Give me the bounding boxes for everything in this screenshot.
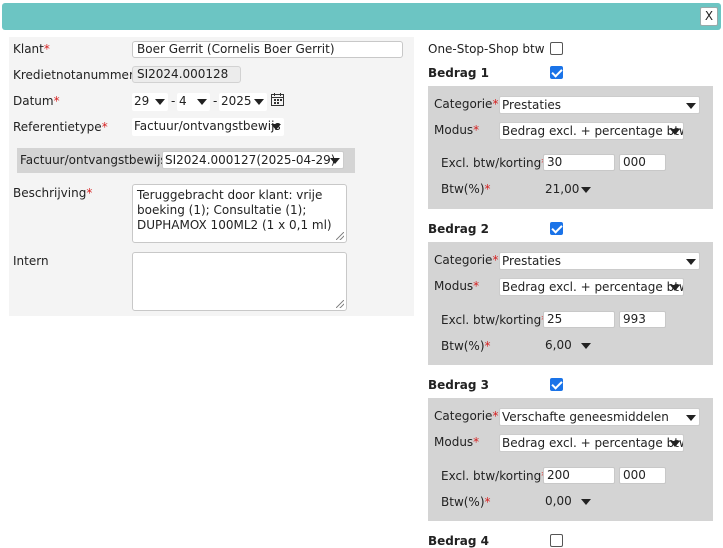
resize-grip-icon[interactable] [336,232,344,240]
bedrag-4-checkbox[interactable] [550,534,563,547]
bedrag-3-categorie-select[interactable]: Verschafte geneesmiddelen [499,408,700,426]
bedrag-2-btw-label: Btw(%)* [441,339,491,353]
intern-label: Intern [13,254,49,268]
beschrijving-label: Beschrijving* [13,186,93,200]
klant-label: Klant* [13,42,50,56]
bedrag-1-excl-label: Excl. btw/korting* [441,156,547,170]
bedrag-3-title: Bedrag 3 [428,378,490,392]
bedrag-1-modus-select[interactable]: Bedrag excl. + percentage btw [499,122,684,140]
bedrag-3-modus-select[interactable]: Bedrag excl. + percentage btw [499,434,684,452]
bedrag-1-categorie-select[interactable]: Prestaties [499,96,700,114]
bedrag-1-categorie-label: Categorie* [434,97,499,111]
bedrag-1-modus-label: Modus* [434,123,480,137]
kredietnotanummer-field: SI2024.000128 [132,66,241,83]
oss-label: One-Stop-Shop btw [428,42,545,56]
dialog-titlebar: X [2,3,721,30]
bedrag-4-title: Bedrag 4 [428,534,490,548]
bedrag-2-excl-int-field[interactable]: 25 [543,311,615,328]
factuur-label: Factuur/ontvangstbewijs* [20,153,173,167]
datum-separator: - [171,94,176,108]
bedrag-1-btw-label: Btw(%)* [441,182,491,196]
beschrijving-line: DUPHAMOX 100ML2 (1 x 0,1 ml) [137,218,332,232]
bedrag-1-title: Bedrag 1 [428,66,490,80]
bedrag-2-modus-label: Modus* [434,279,480,293]
referentietype-label: Referentietype* [13,120,108,134]
bedrag-2-categorie-label: Categorie* [434,253,499,267]
bedrag-1-btw-select[interactable]: 21,00 [543,181,594,199]
bedrag-2-checkbox[interactable] [550,222,563,235]
bedrag-3-btw-select[interactable]: 0,00 [543,493,594,511]
factuur-select[interactable]: SI2024.000127(2025-04-29) [162,151,344,169]
beschrijving-textarea[interactable]: Teruggebracht door klant: vrije boeking … [132,184,347,243]
bedrag-2-modus-select[interactable]: Bedrag excl. + percentage btw [499,278,684,296]
datum-month-select[interactable]: 4 [177,93,210,111]
bedrag-2-title: Bedrag 2 [428,222,490,236]
oss-checkbox[interactable] [550,42,563,55]
resize-grip-icon[interactable] [336,300,344,308]
bedrag-3-checkbox[interactable] [550,378,563,391]
datum-label: Datum* [13,94,60,108]
beschrijving-line: Teruggebracht door klant: vrije [137,188,323,202]
close-button[interactable]: X [700,7,718,26]
datum-separator: - [213,94,218,108]
bedrag-2-excl-label: Excl. btw/korting* [441,313,547,327]
bedrag-2-btw-select[interactable]: 6,00 [543,337,594,355]
referentietype-select[interactable]: Factuur/ontvangstbewijs [132,118,284,136]
bedrag-3-modus-label: Modus* [434,435,480,449]
bedrag-3-excl-int-field[interactable]: 200 [543,467,615,484]
datum-day-select[interactable]: 29 [132,93,168,111]
bedrag-3-categorie-label: Categorie* [434,409,499,423]
bedrag-3-btw-label: Btw(%)* [441,495,491,509]
klant-field[interactable]: Boer Gerrit (Cornelis Boer Gerrit) [132,41,403,58]
bedrag-2-excl-dec-field[interactable]: 993 [619,311,666,328]
intern-textarea[interactable] [132,252,347,311]
bedrag-1-checkbox[interactable] [550,66,563,79]
bedrag-1-excl-dec-field[interactable]: 000 [619,154,666,171]
bedrag-3-excl-dec-field[interactable]: 000 [619,467,666,484]
datum-year-select[interactable]: 2025 [219,93,267,111]
bedrag-1-excl-int-field[interactable]: 30 [543,154,615,171]
beschrijving-line: boeking (1); Consultatie (1); [137,203,307,217]
bedrag-2-categorie-select[interactable]: Prestaties [499,252,700,270]
bedrag-3-excl-label: Excl. btw/korting* [441,469,547,483]
calendar-icon[interactable] [271,93,284,106]
kredietnotanummer-label: Kredietnotanummer* [13,68,140,82]
